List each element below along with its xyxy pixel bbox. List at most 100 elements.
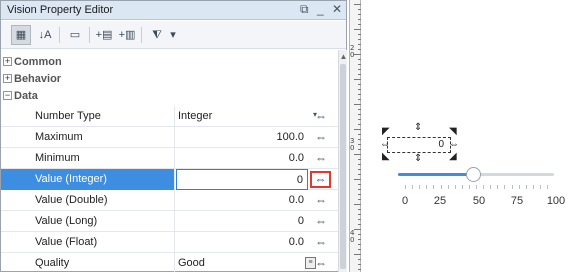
group-label: Common [14,56,62,68]
link-binding-icon[interactable]: ⇔ [311,235,331,250]
ruler-tick [358,74,361,75]
group-common[interactable]: + Common [1,54,338,70]
property-editor-panel: Vision Property Editor ⧉ _ ✕ ▦ ↓A ▭ +▤ +… [0,0,347,272]
resize-handle-nw-icon[interactable]: ◤ [382,127,390,137]
ruler-tick [358,119,361,120]
maximum-value-field[interactable]: 100.0 [176,127,308,148]
resize-handle-se-icon[interactable]: ◢ [449,152,457,162]
ruler-tick [358,24,361,25]
slider-fill [398,173,473,176]
ruler-tick [358,264,361,265]
value-long-field[interactable]: 0 [176,211,308,232]
group-behavior[interactable]: + Behavior [1,71,338,87]
link-binding-icon[interactable]: ⇔ [311,256,331,271]
group-data[interactable]: − Data [1,88,338,104]
alphabetical-sort-button[interactable]: ↓A [35,25,55,45]
ruler-tick [358,89,361,90]
ruler-label: 2 0 [350,44,355,59]
scroll-up-icon[interactable]: ▲ [339,52,348,62]
slider-tick [476,185,477,189]
link-binding-icon[interactable]: ⇔ [310,171,331,188]
slider-tick [497,185,499,189]
add-dynamic-property-button[interactable]: +▤ [94,25,114,45]
scrollbar-thumb[interactable] [340,64,346,269]
resize-handle-e-icon[interactable]: ⇔ [449,140,459,150]
group-label: Behavior [14,73,62,85]
slider-tick [440,185,442,189]
resize-handle-sw-icon[interactable]: ◣ [382,152,390,162]
property-name: Value (Integer) [1,169,175,190]
slider-tick [447,185,449,189]
value-double-field[interactable]: 0.0 [176,190,308,211]
ruler-tick [358,169,361,170]
filter-dropdown-icon[interactable]: ▾ [167,25,179,45]
ruler-tick [358,164,361,165]
property-name: Value (Double) [1,190,175,211]
resize-handle-s-icon[interactable]: ⇕ [414,154,422,164]
ruler-tick [358,109,361,110]
ruler-tick [358,249,361,250]
toolbar-divider [59,27,60,43]
link-binding-icon[interactable]: ⇔ [311,109,331,124]
property-row-minimum[interactable]: Minimum 0.0 ⇔ [1,148,338,169]
close-icon[interactable]: ✕ [332,2,342,16]
property-list: + Common + Behavior − Data Number Type I… [1,50,338,272]
slider-tick [490,185,492,189]
property-name: Minimum [1,148,175,169]
slider-tick [525,185,527,189]
property-row-number-type[interactable]: Number Type Integer ▾ ⇔ [1,106,338,127]
link-binding-icon[interactable]: ⇔ [311,130,331,145]
property-name: Value (Long) [1,211,175,232]
ruler-tick [358,39,361,40]
quality-value: Good [178,257,205,269]
categorized-view-button[interactable]: ▦ [11,25,31,45]
customize-properties-button[interactable]: +▥ [117,25,137,45]
slider-tick [468,185,470,189]
vertical-scrollbar[interactable]: ▲ [338,50,347,272]
toolbar-divider [141,27,142,43]
group-label: Data [14,90,38,102]
ruler-tick [354,129,361,130]
resize-handle-w-icon[interactable]: ⇔ [380,140,390,150]
basic-properties-button[interactable]: ▭ [65,25,85,45]
link-binding-icon[interactable]: ⇔ [311,151,331,166]
toolbar-divider [89,27,90,43]
expand-icon[interactable]: + [3,57,12,66]
filter-button[interactable]: ⧨ [147,25,167,45]
property-row-quality[interactable]: Quality Good ≡ ⇔ [1,253,338,272]
ruler-tick [358,174,361,175]
designer-canvas[interactable] [362,0,576,272]
ruler-tick [358,159,361,160]
ruler-tick [358,99,361,100]
numeric-text-field[interactable]: 0 [387,137,451,153]
value-float-field[interactable]: 0.0 [176,232,308,253]
ruler-label: 4 0 [350,229,355,244]
ruler-tick [358,59,361,60]
restore-icon[interactable]: ⧉ [300,2,309,17]
slider-thumb[interactable] [465,167,481,182]
slider-tick [483,185,485,189]
collapse-icon[interactable]: − [3,91,12,100]
minimize-icon[interactable]: _ [317,2,324,16]
slider-label-100: 100 [546,195,566,207]
window-title: Vision Property Editor [7,4,114,16]
title-bar[interactable]: Vision Property Editor ⧉ _ ✕ [1,1,346,20]
property-row-maximum[interactable]: Maximum 100.0 ⇔ [1,127,338,148]
minimum-value-field[interactable]: 0.0 [176,148,308,169]
slider-label-0: 0 [401,195,409,207]
ruler-tick [358,199,361,200]
expand-icon[interactable]: + [3,74,12,83]
number-type-select[interactable]: Integer [176,106,308,127]
property-row-value-float[interactable]: Value (Float) 0.0 ⇔ [1,232,338,253]
property-row-value-double[interactable]: Value (Double) 0.0 ⇔ [1,190,338,211]
slider-label-50: 50 [472,195,486,207]
property-row-value-long[interactable]: Value (Long) 0 ⇔ [1,211,338,232]
link-binding-icon[interactable]: ⇔ [311,193,331,208]
value-integer-field[interactable]: 0 [176,169,308,190]
resize-handle-ne-icon[interactable]: ◥ [449,127,457,137]
link-binding-icon[interactable]: ⇔ [311,214,331,229]
property-row-value-integer[interactable]: Value (Integer) 0 ⇔ [1,169,338,190]
resize-handle-n-icon[interactable]: ⇕ [414,123,422,133]
slider-tick [511,185,513,189]
slider-tick [454,185,456,189]
